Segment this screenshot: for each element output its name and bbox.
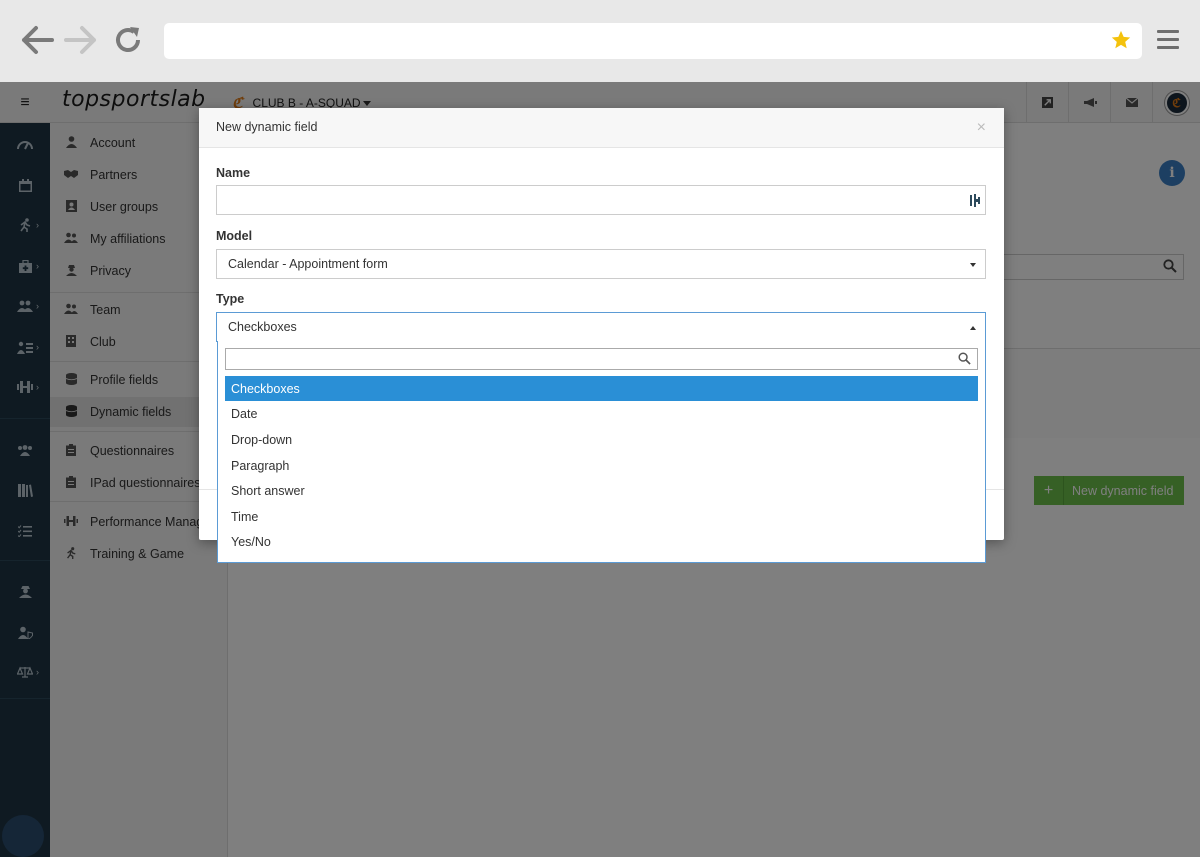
model-label: Model	[216, 229, 253, 243]
password-manager-icon[interactable]	[970, 194, 980, 210]
caret-up-icon	[970, 326, 976, 330]
close-icon[interactable]: ×	[977, 120, 986, 136]
type-option-checkboxes[interactable]: Checkboxes	[225, 376, 978, 401]
reload-button[interactable]	[110, 22, 146, 58]
reload-icon	[116, 27, 140, 52]
name-input[interactable]	[228, 186, 985, 214]
name-label: Name	[216, 166, 251, 180]
type-option-time[interactable]: Time	[225, 504, 978, 529]
type-selected-value: Checkboxes	[228, 320, 297, 334]
type-search-field[interactable]	[225, 348, 978, 370]
star-icon	[1111, 30, 1131, 49]
type-option-date[interactable]: Date	[225, 401, 978, 426]
arrow-left-icon	[22, 26, 54, 54]
caret-down-icon	[970, 263, 976, 267]
modal-header: New dynamic field ×	[199, 108, 1004, 148]
bookmark-star-button[interactable]	[1110, 29, 1132, 56]
type-select[interactable]: Checkboxes	[216, 312, 986, 342]
type-dropdown-menu: Checkboxes Date Drop-down Paragraph Shor…	[217, 341, 986, 563]
app-window: ≡ topsportslab ℭ CLUB B - A-SQUAD ℭ ›	[0, 82, 1200, 857]
address-bar[interactable]	[164, 23, 1142, 59]
forward-button[interactable]	[62, 22, 98, 58]
browser-toolbar	[0, 0, 1200, 82]
type-search-input[interactable]	[226, 349, 946, 369]
type-option-drop-down[interactable]: Drop-down	[225, 427, 978, 452]
type-option-short-answer[interactable]: Short answer	[225, 478, 978, 503]
type-label: Type	[216, 292, 245, 306]
model-select[interactable]: Calendar - Appointment form	[216, 249, 986, 279]
model-selected-value: Calendar - Appointment form	[228, 257, 388, 271]
arrow-right-icon	[64, 26, 96, 54]
type-option-yes-no[interactable]: Yes/No	[225, 529, 978, 554]
back-button[interactable]	[20, 22, 56, 58]
modal-title: New dynamic field	[216, 120, 318, 134]
name-field[interactable]	[216, 185, 986, 215]
search-icon	[958, 352, 971, 370]
type-option-paragraph[interactable]: Paragraph	[225, 453, 978, 478]
hamburger-menu-icon[interactable]	[1157, 30, 1179, 50]
